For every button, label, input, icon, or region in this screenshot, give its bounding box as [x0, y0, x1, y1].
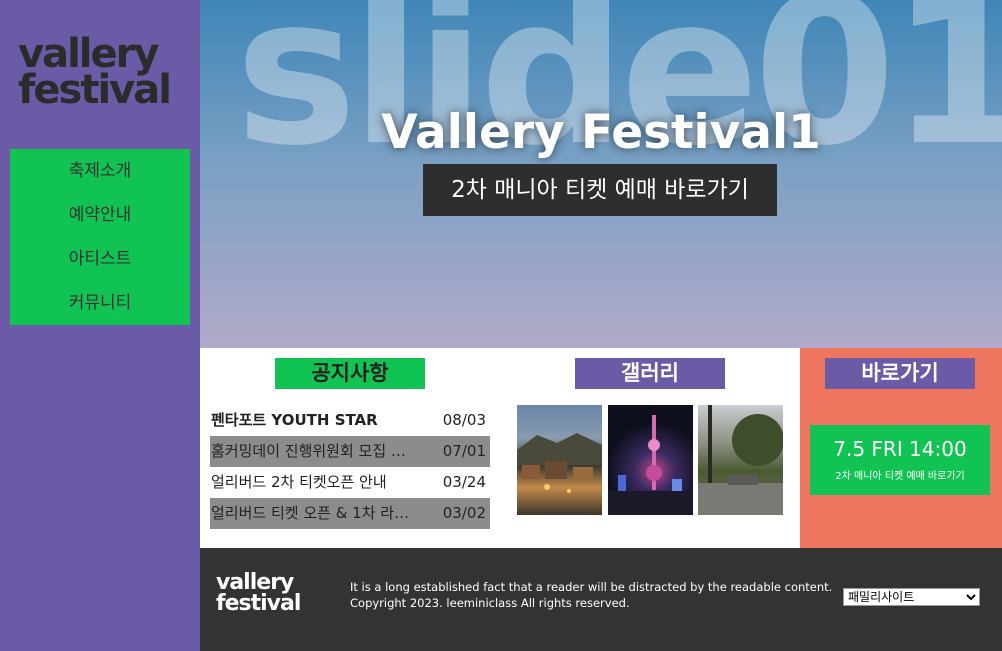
logo[interactable]: vallery festival — [18, 34, 188, 113]
notice-item-title: 펜타포트 YOUTH STAR — [211, 411, 378, 429]
quick-link-title[interactable]: 바로가기 — [825, 358, 975, 389]
notice-item[interactable]: 홈커밍데이 진행위원회 모집 안내 07/01 — [210, 436, 490, 467]
notice-title[interactable]: 공지사항 — [275, 358, 425, 389]
footer-logo[interactable]: vallery festival — [216, 570, 301, 616]
footer-description: It is a long established fact that a rea… — [350, 580, 833, 594]
notice-list: 펜타포트 YOUTH STAR 08/03 홈커밍데이 진행위원회 모집 안내 … — [210, 405, 490, 529]
logo-line2: festival — [18, 67, 172, 113]
notice-item[interactable]: 펜타포트 YOUTH STAR 08/03 — [210, 405, 490, 436]
quick-desc: 2차 매니아 티켓 예매 바로가기 — [835, 471, 965, 482]
footer-text: It is a long established fact that a rea… — [350, 579, 832, 611]
notice-item[interactable]: 얼리버드 2차 티켓오픈 안내 03/24 — [210, 467, 490, 498]
hero-ticket-button[interactable]: 2차 매니아 티켓 예매 바로가기 — [423, 164, 777, 216]
footer-logo-line1: vallery — [216, 570, 294, 595]
menu-item-artists[interactable]: 아티스트 — [10, 237, 190, 281]
hero-title: Vallery Festival1 — [381, 105, 821, 160]
gallery-image-3[interactable] — [698, 405, 783, 515]
notice-item[interactable]: 얼리버드 티켓 오픈 & 1차 라인업 공개 03/02 — [210, 498, 490, 529]
notice-item-title: 얼리버드 2차 티켓오픈 안내 — [211, 473, 387, 491]
quick-date: 7.5 FRI 14:00 — [833, 437, 967, 461]
menu-item-festival-intro[interactable]: 축제소개 — [10, 149, 190, 193]
hero-slider: slide01 Vallery Festival1 2차 매니아 티켓 예매 바… — [200, 0, 1002, 348]
footer-copyright: Copyright 2023. leeminiclass All rights … — [350, 596, 630, 610]
notice-item-date: 07/01 — [442, 442, 486, 460]
family-site-select[interactable]: 패밀리사이트 — [843, 588, 980, 606]
gallery-title[interactable]: 갤러리 — [575, 358, 725, 389]
notice-item-date: 03/24 — [442, 473, 486, 491]
menu-item-community[interactable]: 커뮤니티 — [10, 281, 190, 325]
footer-logo-line2: festival — [216, 591, 301, 616]
main-menu: 축제소개 예약안내 아티스트 커뮤니티 — [10, 149, 190, 325]
quick-ticket-link[interactable]: 7.5 FRI 14:00 2차 매니아 티켓 예매 바로가기 — [810, 425, 990, 495]
sidebar: vallery festival 축제소개 예약안내 아티스트 커뮤니티 — [0, 0, 200, 651]
menu-item-reservation[interactable]: 예약안내 — [10, 193, 190, 237]
notice-item-date: 08/03 — [442, 411, 486, 429]
notice-item-title: 홈커밍데이 진행위원회 모집 안내 — [211, 442, 411, 460]
notice-item-title: 얼리버드 티켓 오픈 & 1차 라인업 공개 — [211, 504, 411, 522]
footer: vallery festival It is a long establishe… — [200, 548, 1002, 651]
gallery-image-2[interactable] — [608, 405, 693, 515]
quick-link-section: 바로가기 7.5 FRI 14:00 2차 매니아 티켓 예매 바로가기 — [800, 348, 1002, 548]
gallery-image-1[interactable] — [517, 405, 602, 515]
notice-item-date: 03/02 — [442, 504, 486, 522]
gallery — [517, 405, 787, 515]
